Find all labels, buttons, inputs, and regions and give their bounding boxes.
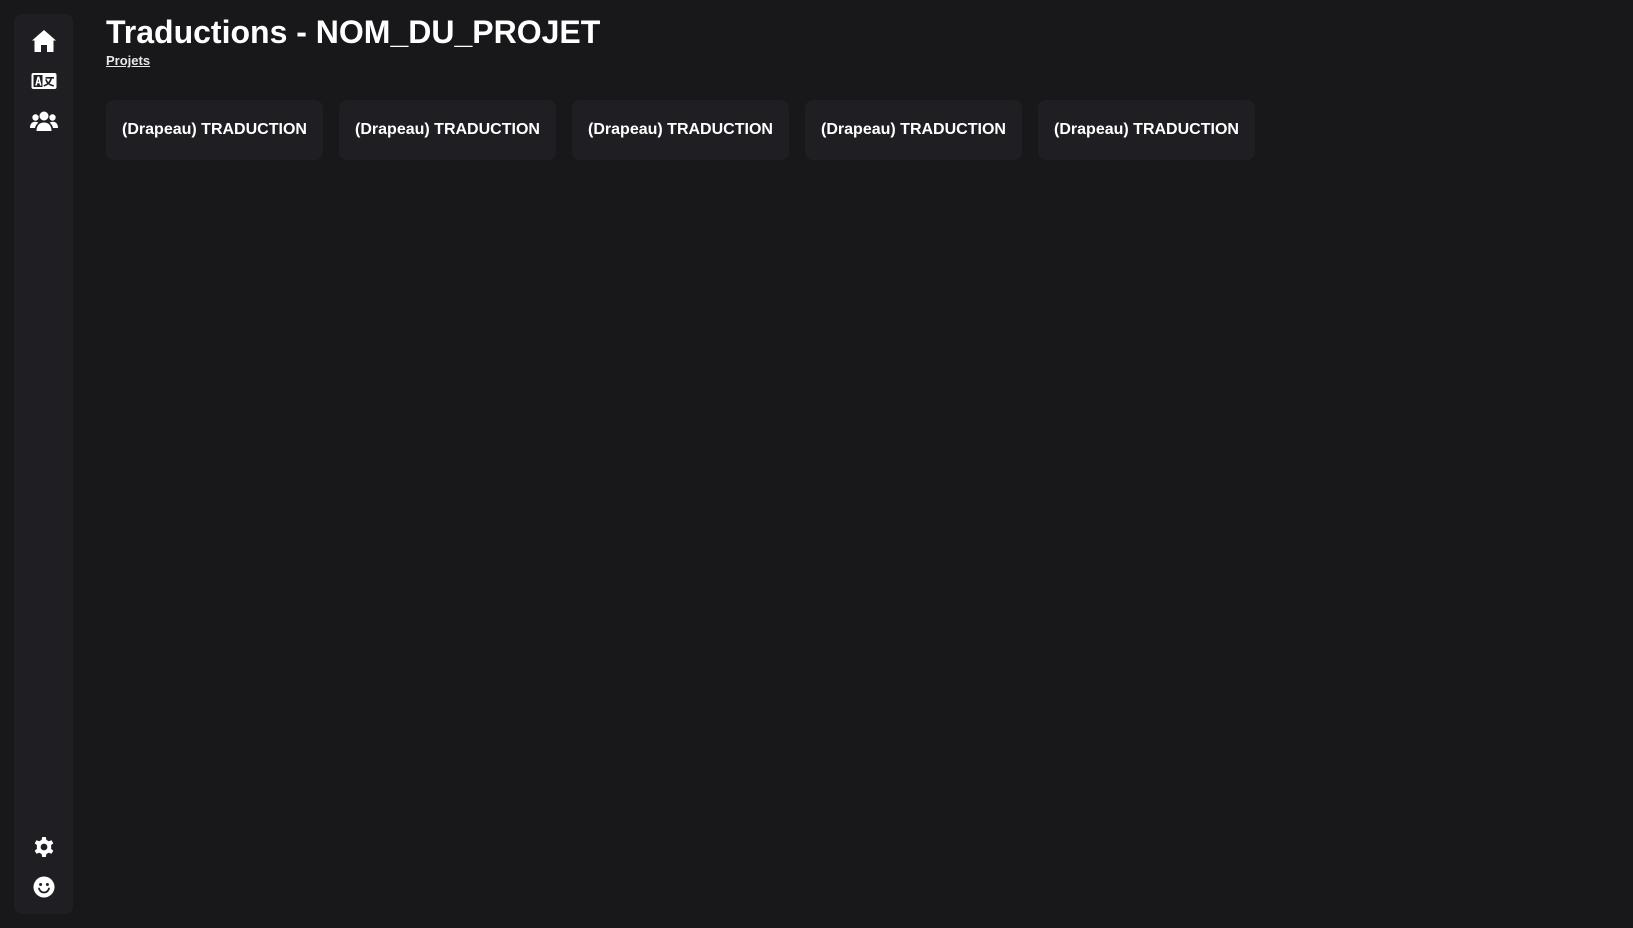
home-icon (31, 30, 56, 52)
sidebar-item-profile[interactable] (29, 872, 59, 902)
translate-icon (31, 73, 56, 89)
translation-list: (Drapeau) TRADUCTION (Drapeau) TRADUCTIO… (106, 100, 1613, 160)
users-icon (29, 111, 58, 131)
page-title: Traductions - NOM_DU_PROJET (106, 14, 601, 50)
sidebar-top-nav (14, 26, 73, 136)
translation-card[interactable]: (Drapeau) TRADUCTION (1038, 100, 1255, 160)
smiley-icon (33, 876, 54, 898)
translation-card[interactable]: (Drapeau) TRADUCTION (805, 100, 1022, 160)
sidebar-bottom-nav (14, 832, 73, 902)
sidebar-item-home[interactable] (29, 26, 59, 56)
app-root: Traductions - NOM_DU_PROJET Projets (Dra… (0, 0, 1633, 928)
sidebar-item-translations[interactable] (29, 66, 59, 96)
main-content: Traductions - NOM_DU_PROJET Projets (Dra… (106, 12, 1613, 160)
sidebar-item-users[interactable] (29, 106, 59, 136)
translation-card[interactable]: (Drapeau) TRADUCTION (572, 100, 789, 160)
translation-card[interactable]: (Drapeau) TRADUCTION (339, 100, 556, 160)
sidebar (14, 14, 73, 914)
gear-icon (34, 837, 53, 857)
breadcrumb-projects-link[interactable]: Projets (106, 53, 150, 68)
sidebar-item-settings[interactable] (29, 832, 59, 862)
translation-card[interactable]: (Drapeau) TRADUCTION (106, 100, 323, 160)
